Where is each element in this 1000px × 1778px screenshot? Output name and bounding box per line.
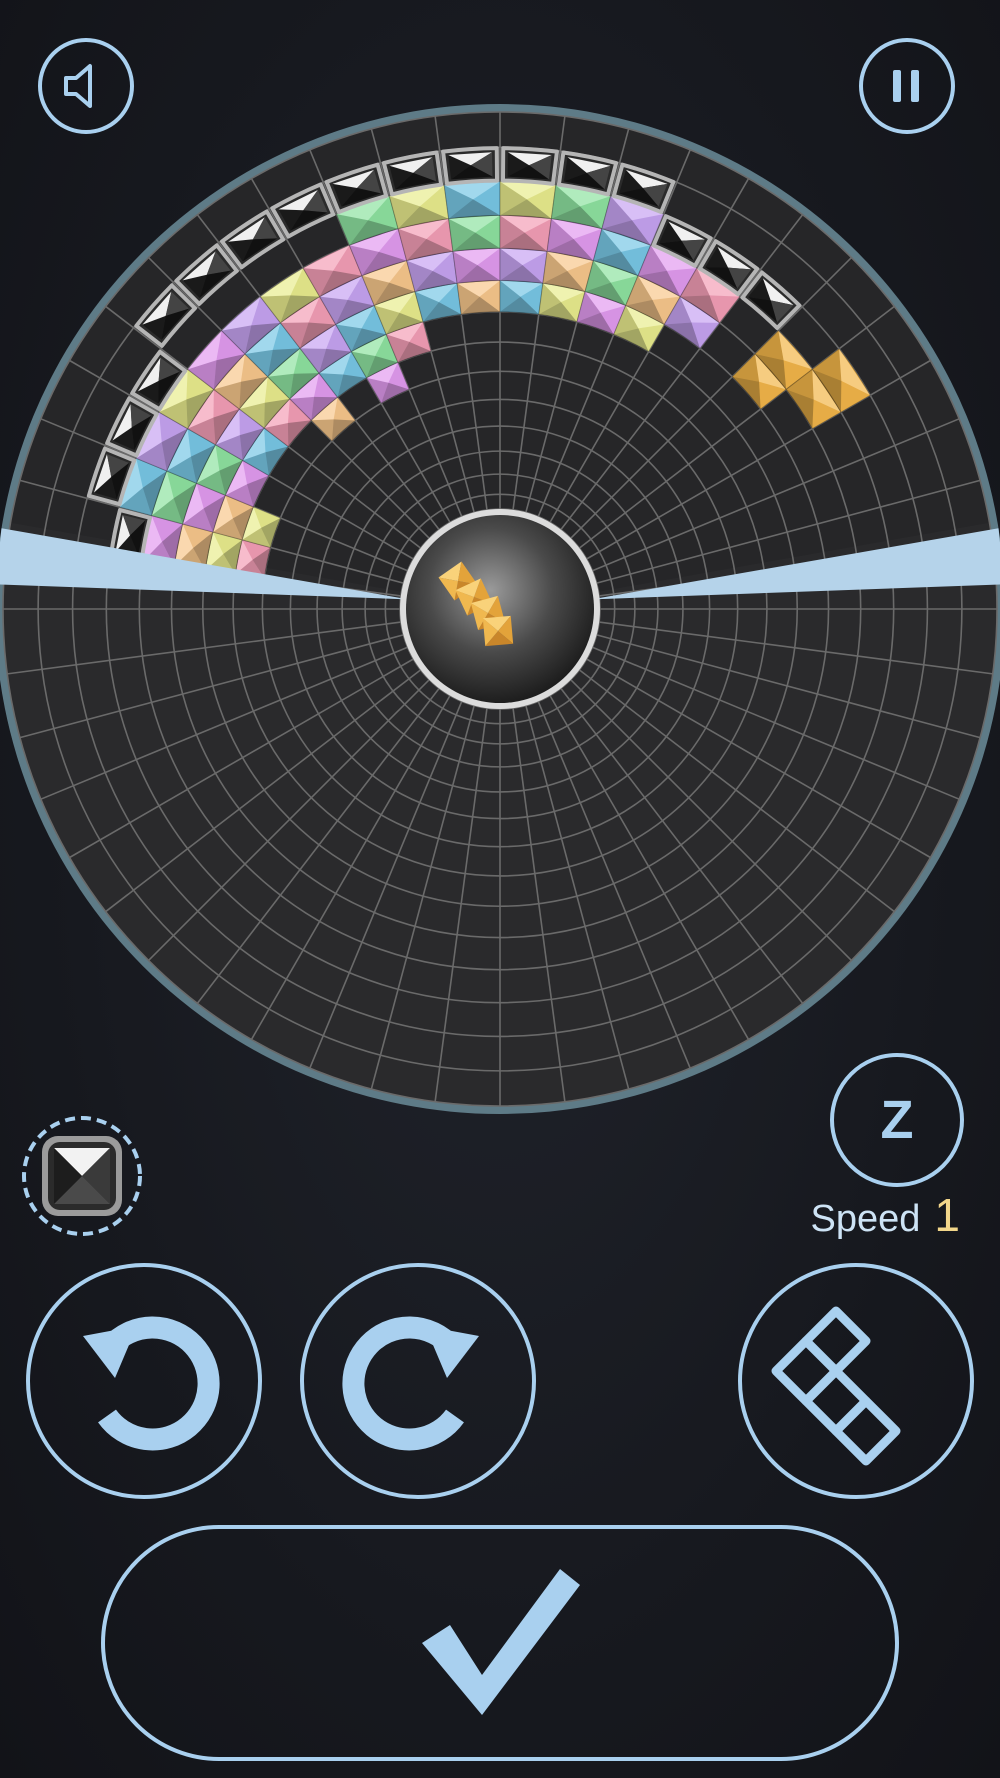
gem-block xyxy=(499,279,544,315)
checkmark-icon xyxy=(422,1569,580,1715)
gem-block xyxy=(499,214,552,252)
blocker-block xyxy=(441,146,500,186)
rotate-left-button[interactable] xyxy=(26,1263,262,1499)
speed-value: 1 xyxy=(934,1189,960,1241)
piece-select-button[interactable] xyxy=(738,1263,974,1499)
z-label: Z xyxy=(880,1090,914,1150)
current-piece-block xyxy=(482,615,514,647)
piece-outline-icon xyxy=(771,1306,901,1466)
rotate-cw-icon xyxy=(342,1316,479,1451)
z-button[interactable]: Z xyxy=(830,1053,964,1187)
confirm-button[interactable] xyxy=(101,1525,899,1761)
speed-label: Speed xyxy=(810,1198,921,1240)
gem-block xyxy=(443,181,501,220)
rotate-ccw-icon xyxy=(83,1316,220,1451)
speed-indicator: Speed 1 xyxy=(811,1188,960,1242)
blocker-block xyxy=(500,146,559,186)
gem-block xyxy=(448,214,501,252)
circular-game-board[interactable] xyxy=(0,96,1000,1126)
gem-block xyxy=(452,247,501,284)
held-piece-slot[interactable] xyxy=(20,1114,144,1238)
gem-block xyxy=(499,181,557,220)
blocker-piece-icon xyxy=(22,1116,142,1236)
gem-block xyxy=(456,279,501,315)
gem-block xyxy=(499,247,548,284)
rotate-right-button[interactable] xyxy=(300,1263,536,1499)
